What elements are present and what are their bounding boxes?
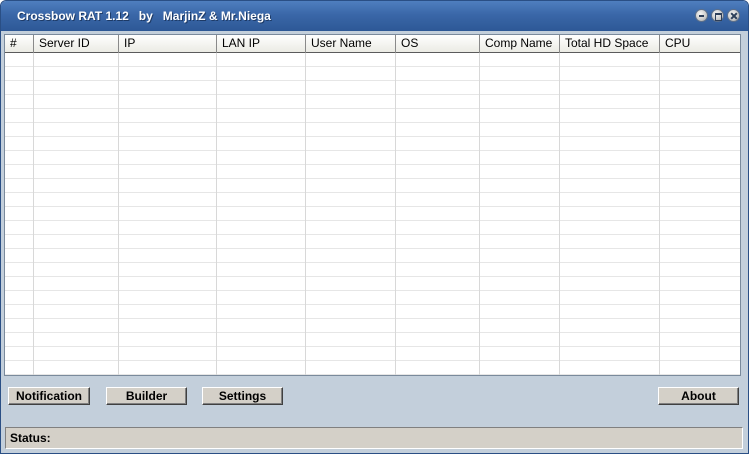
main-window: Crossbow RAT 1.12 by MarjinZ & Mr.Niega … xyxy=(0,0,749,454)
list-body[interactable] xyxy=(5,53,740,375)
status-bar: Status: xyxy=(5,427,743,449)
list-column-comp-name xyxy=(480,53,560,375)
column-header-os[interactable]: OS xyxy=(396,35,480,53)
list-column-os xyxy=(396,53,480,375)
window-title: Crossbow RAT 1.12 by MarjinZ & Mr.Niega xyxy=(17,9,271,23)
list-column-total-hd-space xyxy=(560,53,660,375)
button-toolbar: Notification Builder Settings About xyxy=(1,381,748,409)
list-column-ip xyxy=(119,53,217,375)
column-header-lan-ip[interactable]: LAN IP xyxy=(217,35,306,53)
column-header-number[interactable]: # xyxy=(5,35,34,53)
list-header: # Server ID IP LAN IP User Name OS Comp … xyxy=(5,35,740,53)
column-header-ip[interactable]: IP xyxy=(119,35,217,53)
close-icon[interactable] xyxy=(727,9,740,22)
about-button[interactable]: About xyxy=(658,387,739,405)
title-bar[interactable]: Crossbow RAT 1.12 by MarjinZ & Mr.Niega xyxy=(1,1,748,31)
clients-list[interactable]: # Server ID IP LAN IP User Name OS Comp … xyxy=(4,34,741,376)
list-column-user-name xyxy=(306,53,396,375)
toolbar-separator xyxy=(1,409,748,425)
column-header-cpu[interactable]: CPU xyxy=(660,35,740,53)
minimize-icon[interactable] xyxy=(695,9,708,22)
notification-button[interactable]: Notification xyxy=(8,387,90,405)
column-header-comp-name[interactable]: Comp Name xyxy=(480,35,560,53)
column-header-user-name[interactable]: User Name xyxy=(306,35,396,53)
status-label: Status: xyxy=(10,431,51,445)
maximize-icon[interactable] xyxy=(711,9,724,22)
window-controls xyxy=(695,9,740,22)
list-column-server-id xyxy=(34,53,119,375)
builder-button[interactable]: Builder xyxy=(106,387,187,405)
column-header-total-hd-space[interactable]: Total HD Space xyxy=(560,35,660,53)
settings-button[interactable]: Settings xyxy=(202,387,283,405)
column-header-server-id[interactable]: Server ID xyxy=(34,35,119,53)
list-column-number xyxy=(5,53,34,375)
list-column-cpu xyxy=(660,53,740,375)
list-column-lan-ip xyxy=(217,53,306,375)
